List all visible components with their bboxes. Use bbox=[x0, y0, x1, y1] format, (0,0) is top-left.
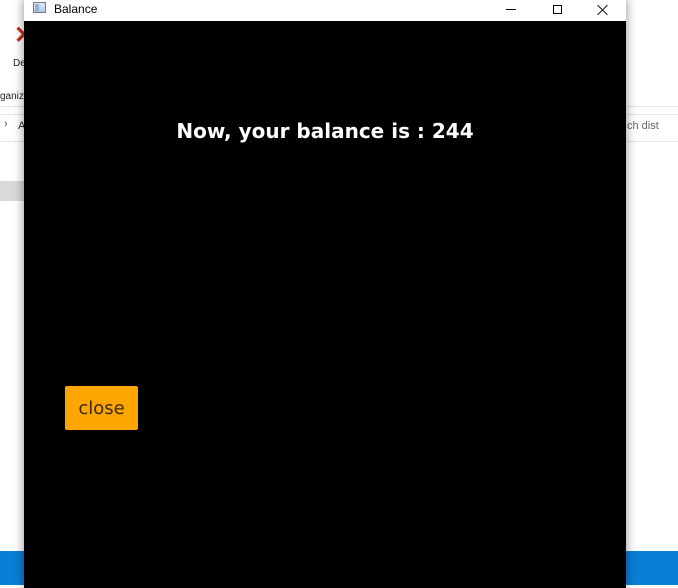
window-content: Now, your balance is : 244 close bbox=[24, 21, 626, 588]
maximize-button[interactable] bbox=[534, 0, 580, 21]
ribbon-group-label: ganiz bbox=[0, 91, 24, 102]
balance-window: Balance Now, your balance is : 244 close bbox=[24, 0, 626, 588]
chevron-right-icon[interactable]: › bbox=[4, 118, 8, 130]
search-box[interactable]: ch dist bbox=[627, 120, 659, 132]
minimize-icon bbox=[506, 9, 516, 10]
balance-message: Now, your balance is : 244 bbox=[176, 119, 474, 143]
maximize-icon bbox=[552, 5, 562, 14]
window-title: Balance bbox=[54, 2, 98, 16]
nav-pane-selected-item[interactable] bbox=[0, 181, 25, 201]
close-button[interactable]: close bbox=[65, 386, 138, 430]
minimize-button[interactable] bbox=[488, 0, 534, 21]
window-close-button[interactable] bbox=[580, 0, 626, 21]
close-icon bbox=[597, 4, 609, 16]
title-bar[interactable]: Balance bbox=[24, 0, 626, 21]
app-window-icon bbox=[33, 2, 46, 13]
